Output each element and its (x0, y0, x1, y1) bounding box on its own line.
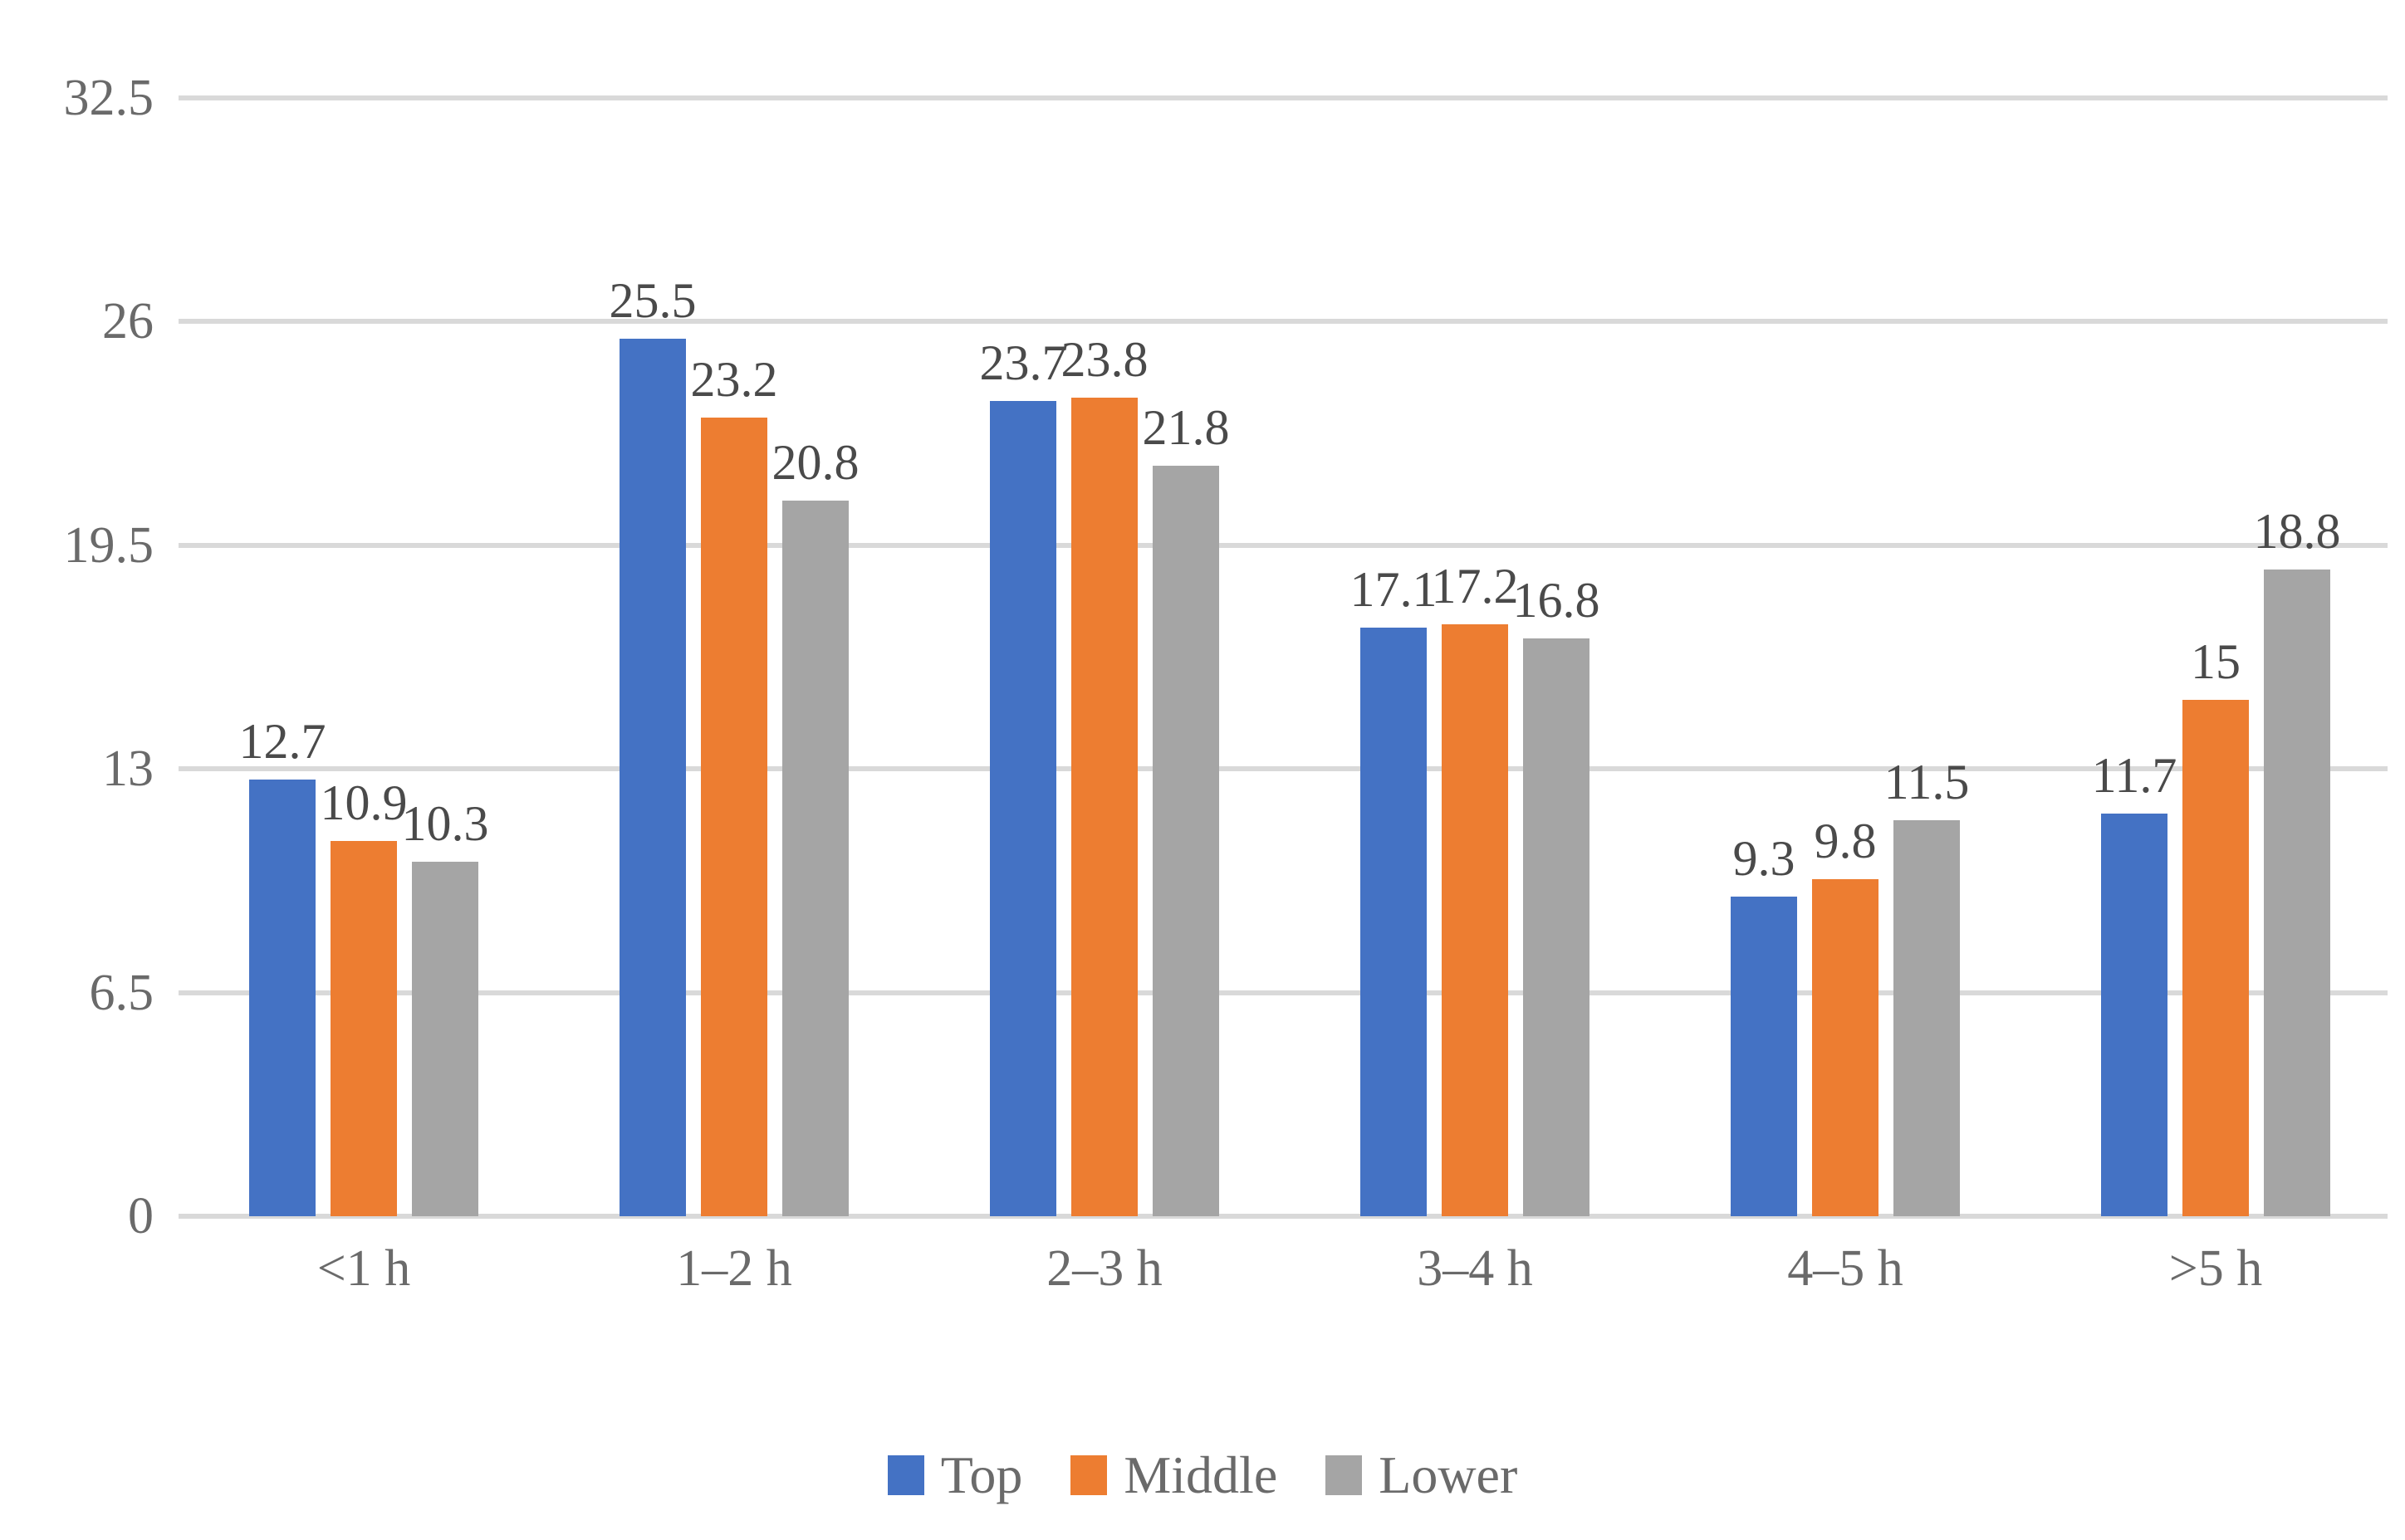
chart-legend: Top Middle Lower (0, 1449, 2405, 1502)
bar-value-label: 12.7 (238, 713, 326, 769)
bar (1153, 466, 1219, 1216)
bar-value-label: 25.5 (609, 273, 697, 329)
legend-label: Top (940, 1445, 1023, 1504)
bar-value-label: 10.3 (401, 796, 489, 852)
y-axis-tick-label: 19.5 (63, 516, 154, 574)
legend-item[interactable]: Top (887, 1445, 1023, 1504)
legend-color-swatch (1070, 1455, 1108, 1495)
bar (1731, 896, 1797, 1216)
bar-value-label: 15 (2191, 634, 2241, 690)
y-axis-tick-label: 32.5 (63, 70, 154, 126)
axis-baseline (179, 1214, 2388, 1219)
legend-label: Middle (1124, 1445, 1278, 1504)
bar (701, 418, 767, 1216)
legend-color-swatch (887, 1455, 924, 1495)
gridline (179, 319, 2388, 325)
bar-value-label: 18.8 (2253, 503, 2341, 559)
bar-value-label: 11.5 (1883, 755, 1970, 810)
bar (249, 779, 316, 1216)
bar-value-label: 23.8 (1060, 331, 1149, 387)
bar (620, 339, 686, 1216)
legend-item[interactable]: Middle (1070, 1449, 1277, 1502)
legend-item[interactable]: Lower (1325, 1449, 1517, 1502)
legend-color-swatch (1325, 1455, 1363, 1495)
y-axis-tick-label: 13 (102, 741, 154, 798)
bar (331, 841, 397, 1216)
bar (782, 500, 849, 1216)
bar-value-label: 21.8 (1142, 400, 1230, 456)
plot-area: 12.7 10.9 10.3 25.5 23.2 20.8 23.7 23.8 21.8 17.1… (179, 95, 2388, 1219)
bar (1893, 820, 1960, 1216)
y-axis-tick-label: 26 (102, 293, 154, 350)
bar (1523, 638, 1589, 1216)
bar-value-label: 23.2 (690, 352, 778, 408)
x-axis-category-label: >5 h (2168, 1240, 2263, 1297)
gridline (179, 990, 2388, 995)
bar (990, 400, 1056, 1216)
x-axis-category-label: 1–2 h (676, 1240, 792, 1297)
y-axis-tick-label: 0 (128, 1188, 154, 1244)
y-axis-tick-label: 6.5 (89, 964, 154, 1021)
bar (1442, 624, 1508, 1216)
bar (2101, 814, 2167, 1216)
bar-value-label: 9.8 (1814, 813, 1877, 868)
x-axis-category-label: 2–3 h (1046, 1240, 1163, 1297)
bar-value-label: 20.8 (771, 434, 860, 490)
bar (1812, 878, 1878, 1216)
bar-chart: 0 6.5 13 19.5 26 32.5 12.7 10.9 10.3 25.5 23.2 20.… (0, 0, 2405, 1540)
x-axis-category-label: <1 h (316, 1240, 411, 1297)
gridline (179, 542, 2388, 548)
bar (1071, 397, 1138, 1216)
bar (1360, 628, 1427, 1216)
bar-value-label: 16.8 (1512, 572, 1600, 628)
legend-label: Lower (1379, 1445, 1518, 1504)
bar-value-label: 11.7 (2091, 748, 2177, 804)
x-axis-category-label: 3–4 h (1417, 1240, 1533, 1297)
gridline (179, 95, 2388, 100)
x-axis-category-label: 4–5 h (1787, 1240, 1903, 1297)
bar (412, 862, 478, 1216)
